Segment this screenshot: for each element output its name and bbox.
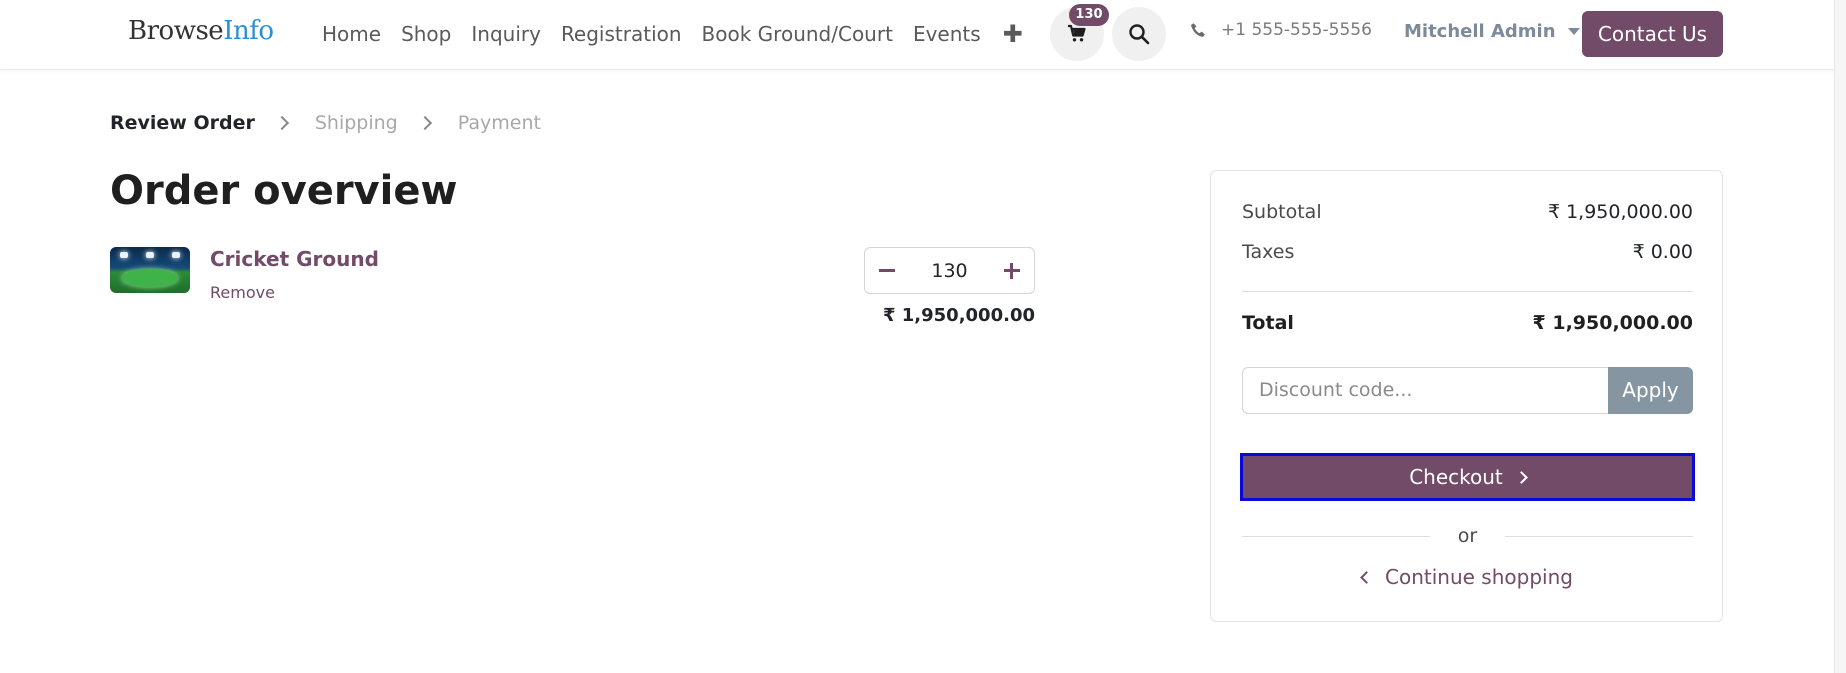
step-payment: Payment — [457, 112, 541, 134]
apply-discount-button[interactable]: Apply — [1608, 367, 1693, 414]
continue-shopping-label: Continue shopping — [1385, 565, 1573, 589]
checkout-steps: Review Order Shipping Payment — [110, 112, 541, 134]
user-menu[interactable]: Mitchell Admin — [1404, 21, 1580, 42]
chevron-right-icon — [417, 115, 432, 131]
nav-shop[interactable]: Shop — [391, 20, 461, 48]
checkout-button[interactable]: Checkout — [1240, 453, 1695, 501]
taxes-row: Taxes ₹ 0.00 — [1242, 241, 1693, 263]
step-shipping: Shipping — [314, 112, 398, 134]
quantity-stepper: 130 — [864, 247, 1035, 294]
phone-contact[interactable]: +1 555-555-5556 — [1190, 20, 1372, 40]
page-title: Order overview — [110, 168, 458, 214]
subtotal-value: ₹ 1,950,000.00 — [1547, 201, 1693, 223]
subtotal-label: Subtotal — [1242, 201, 1322, 223]
cart-count-badge: 130 — [1069, 4, 1109, 26]
taxes-label: Taxes — [1242, 241, 1295, 263]
nav-more-plus-icon[interactable]: ✚ — [991, 20, 1033, 48]
step-review-order: Review Order — [110, 112, 255, 134]
logo-main: Browse — [128, 16, 224, 46]
search-icon — [1129, 24, 1150, 45]
window-scrollbar[interactable] — [1834, 0, 1846, 673]
order-summary-card: Subtotal ₹ 1,950,000.00 Taxes ₹ 0.00 Tot… — [1210, 170, 1723, 622]
total-label: Total — [1242, 312, 1294, 334]
nav-home[interactable]: Home — [312, 20, 391, 48]
logo-accent: Info — [223, 16, 274, 46]
discount-form: Discount code... Apply — [1242, 367, 1693, 414]
floodlight — [172, 252, 180, 258]
nav-registration[interactable]: Registration — [551, 20, 692, 48]
separator-line — [1242, 535, 1430, 537]
checkout-label: Checkout — [1409, 465, 1503, 489]
chevron-left-icon — [1360, 570, 1373, 584]
minus-icon[interactable] — [879, 269, 895, 272]
summary-divider — [1242, 291, 1693, 292]
remove-item-link[interactable]: Remove — [210, 283, 275, 302]
product-thumbnail[interactable] — [110, 247, 190, 293]
site-header: BrowseInfo Home Shop Inquiry Registratio… — [0, 0, 1846, 70]
nav-inquiry[interactable]: Inquiry — [461, 20, 551, 48]
chevron-down-icon — [1567, 28, 1580, 35]
floodlight — [146, 252, 154, 258]
pitch-shape — [122, 269, 178, 287]
chevron-right-icon — [1514, 470, 1528, 484]
or-separator: or — [1242, 522, 1693, 550]
separator-line — [1505, 535, 1693, 537]
cart-icon — [1068, 24, 1086, 42]
site-logo[interactable]: BrowseInfo — [128, 16, 274, 46]
product-name-link[interactable]: Cricket Ground — [210, 247, 379, 271]
total-value: ₹ 1,950,000.00 — [1532, 312, 1693, 334]
phone-icon — [1191, 22, 1205, 37]
continue-shopping-link[interactable]: Continue shopping — [1242, 565, 1693, 589]
nav-book-ground-court[interactable]: Book Ground/Court — [692, 20, 903, 48]
search-button[interactable] — [1112, 7, 1166, 61]
or-label: or — [1457, 525, 1478, 547]
plus-icon[interactable] — [1003, 262, 1020, 279]
line-item-price: ₹ 1,950,000.00 — [882, 305, 1035, 326]
discount-code-input[interactable]: Discount code... — [1242, 367, 1608, 414]
main-nav: Home Shop Inquiry Registration Book Grou… — [312, 20, 1033, 48]
floodlight — [120, 252, 128, 258]
quantity-input[interactable]: 130 — [931, 260, 967, 282]
user-name: Mitchell Admin — [1404, 21, 1556, 42]
phone-number: +1 555-555-5556 — [1221, 20, 1372, 40]
total-row: Total ₹ 1,950,000.00 — [1242, 312, 1693, 334]
contact-us-button[interactable]: Contact Us — [1582, 11, 1723, 57]
nav-events[interactable]: Events — [903, 20, 991, 48]
subtotal-row: Subtotal ₹ 1,950,000.00 — [1242, 201, 1693, 223]
chevron-right-icon — [274, 115, 289, 131]
taxes-value: ₹ 0.00 — [1632, 241, 1693, 263]
